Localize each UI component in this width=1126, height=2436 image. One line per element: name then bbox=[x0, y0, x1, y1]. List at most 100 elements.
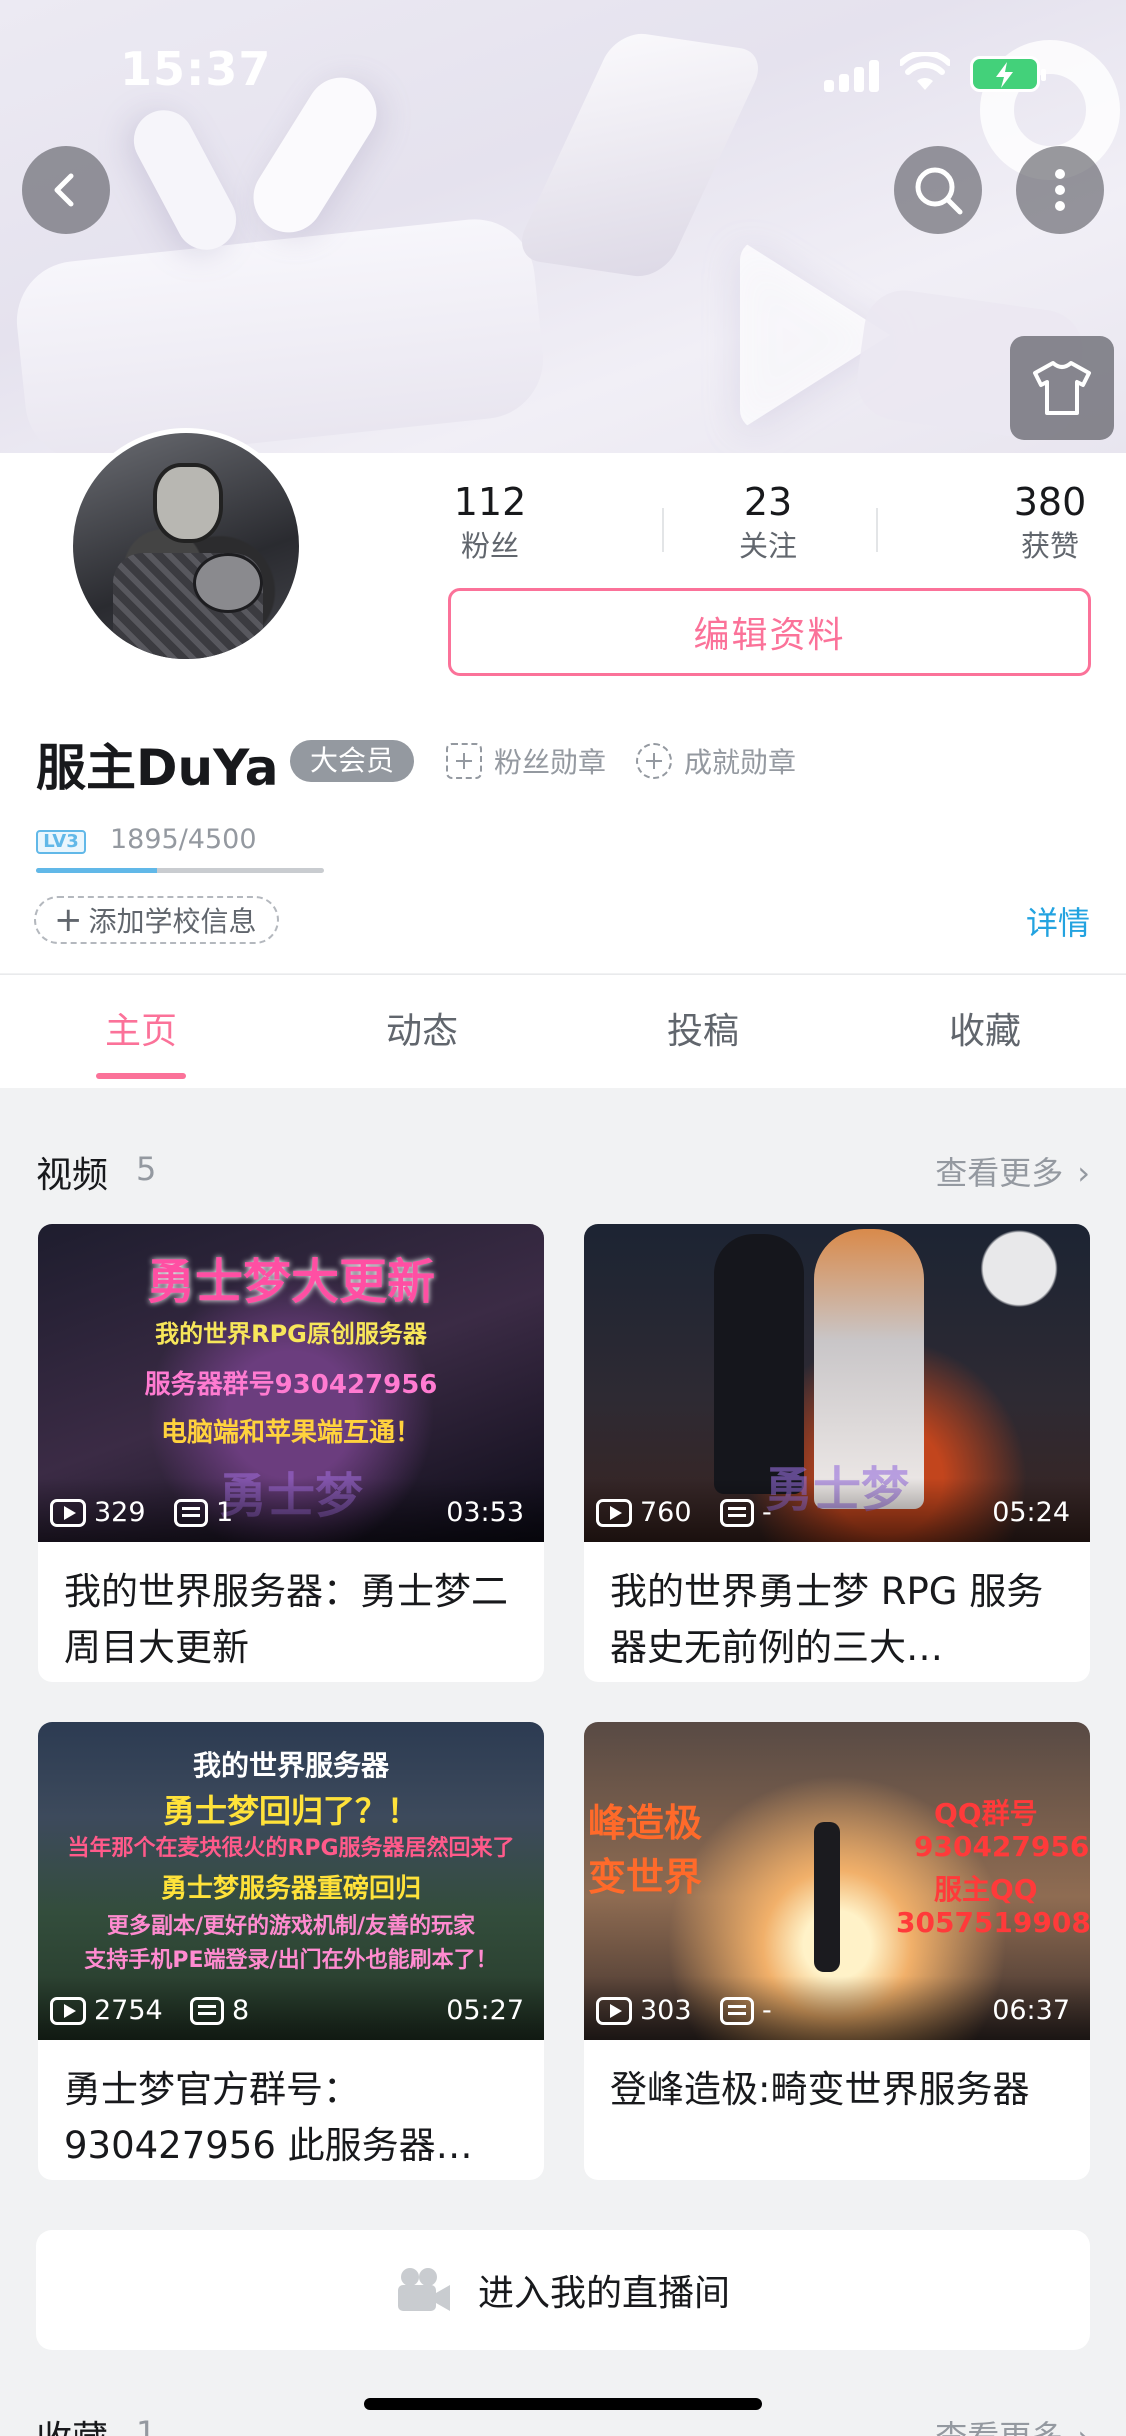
thumb-caption: 支持手机PE端登录/出门在外也能刷本了！ bbox=[84, 1948, 498, 1973]
following-count: 23 bbox=[743, 480, 793, 524]
favorites-more-label: 查看更多 bbox=[935, 2418, 1063, 2436]
thumb-caption: 峰造极 bbox=[588, 1801, 703, 1845]
chevron-right-icon: › bbox=[1077, 1154, 1090, 1192]
exp-text: 1895/4500 bbox=[110, 824, 257, 855]
details-link[interactable]: 详情 bbox=[1026, 898, 1090, 944]
danmaku-count: - bbox=[762, 1497, 772, 1528]
videos-more-label: 查看更多 bbox=[935, 1154, 1064, 1192]
search-icon bbox=[915, 167, 963, 215]
thumb-caption: 3057519908 bbox=[896, 1906, 1090, 1939]
videos-more-link[interactable]: 查看更多 › bbox=[935, 1148, 1090, 1194]
tab-favorites-label: 收藏 bbox=[948, 1011, 1021, 1052]
tab-dynamic[interactable]: 动态 bbox=[281, 975, 563, 1089]
back-button[interactable] bbox=[22, 146, 110, 234]
fan-medal-label: 粉丝勋章 bbox=[494, 746, 607, 779]
video-card[interactable]: 峰造极 变世界 QQ群号 930427956 服主QQ 3057519908 3… bbox=[584, 1722, 1090, 2180]
tab-submissions-label: 投稿 bbox=[666, 1011, 739, 1052]
danmaku-icon bbox=[174, 1498, 208, 1527]
followers-count: 112 bbox=[453, 480, 527, 524]
tab-home-label: 主页 bbox=[104, 1011, 177, 1052]
followers-label: 粉丝 bbox=[460, 529, 519, 563]
level-badge: LV3 bbox=[36, 830, 86, 854]
video-card[interactable]: 勇士梦 760 - 05:24 我的世界勇士梦 RPG 服务器史无前例的三大… bbox=[584, 1224, 1090, 1682]
tab-submissions[interactable]: 投稿 bbox=[562, 975, 844, 1089]
view-count: 760 bbox=[640, 1497, 692, 1528]
thumb-caption: 930427956 bbox=[914, 1830, 1090, 1863]
video-card[interactable]: 我的世界服务器 勇士梦回归了？！ 当年那个在麦块很火的RPG服务器居然回来了 勇… bbox=[38, 1722, 544, 2180]
enter-live-room-label: 进入我的直播间 bbox=[477, 2273, 730, 2314]
likes-label: 获赞 bbox=[1020, 529, 1079, 563]
videos-count: 5 bbox=[136, 1150, 157, 1188]
thumb-caption: 服务器群号930427956 bbox=[144, 1370, 438, 1400]
play-count-icon bbox=[50, 1996, 86, 2025]
exp-progress-bar bbox=[36, 868, 324, 873]
video-meta: 760 - 05:24 bbox=[584, 1478, 1090, 1542]
favorites-more-link[interactable]: 查看更多 › bbox=[935, 2412, 1090, 2436]
video-card[interactable]: 勇士梦大更新 我的世界RPG原创服务器 服务器群号930427956 电脑端和苹… bbox=[38, 1224, 544, 1682]
user-name: 服主DuYa bbox=[36, 739, 279, 797]
add-achievement-icon bbox=[636, 743, 672, 779]
video-duration: 05:24 bbox=[992, 1497, 1070, 1528]
add-medal-icon bbox=[446, 743, 482, 779]
vip-badge[interactable]: 大会员 bbox=[290, 740, 415, 782]
danmaku-icon bbox=[720, 1498, 754, 1527]
search-button[interactable] bbox=[894, 146, 982, 234]
enter-live-room-button[interactable]: 进入我的直播间 bbox=[36, 2230, 1090, 2350]
stat-likes[interactable]: 380 获赞 bbox=[990, 478, 1110, 566]
video-camera-icon bbox=[397, 2268, 450, 2311]
play-count-icon bbox=[50, 1498, 86, 1527]
thumb-caption: 我的世界RPG原创服务器 bbox=[155, 1320, 427, 1348]
video-meta: 2754 8 05:27 bbox=[38, 1976, 544, 2040]
status-bar: 15:37 bbox=[0, 0, 1126, 150]
video-duration: 06:37 bbox=[992, 1995, 1070, 2026]
thumb-caption: 服主QQ bbox=[934, 1873, 1038, 1906]
danmaku-icon bbox=[190, 1996, 224, 2025]
view-count: 329 bbox=[94, 1497, 146, 1528]
video-thumbnail: 峰造极 变世界 QQ群号 930427956 服主QQ 3057519908 3… bbox=[584, 1722, 1090, 2040]
more-options-button[interactable] bbox=[1016, 146, 1104, 234]
videos-title: 视频 bbox=[36, 1155, 109, 1196]
dress-up-button[interactable] bbox=[1010, 336, 1114, 440]
play-count-icon bbox=[596, 1498, 632, 1527]
add-school-label: 添加学校信息 bbox=[88, 905, 257, 938]
thumb-caption: 我的世界服务器 bbox=[192, 1749, 389, 1782]
video-title: 登峰造极:畸变世界服务器 bbox=[610, 2068, 1030, 2111]
chevron-left-icon bbox=[54, 173, 74, 207]
view-count: 2754 bbox=[94, 1995, 163, 2026]
home-indicator bbox=[364, 2398, 762, 2410]
thumb-caption: QQ群号 bbox=[934, 1797, 1038, 1830]
avatar[interactable] bbox=[68, 428, 304, 664]
danmaku-count: - bbox=[762, 1995, 772, 2026]
favorites-title: 收藏 bbox=[36, 2410, 108, 2436]
battery-charging-icon bbox=[970, 56, 1046, 92]
edit-profile-button[interactable]: 编辑资料 bbox=[448, 588, 1091, 676]
thumb-caption: 电脑端和苹果端互通！ bbox=[160, 1418, 421, 1448]
videos-section-header: 视频 5 查看更多 › bbox=[36, 1138, 1090, 1198]
thumb-caption: 当年那个在麦块很火的RPG服务器居然回来了 bbox=[67, 1836, 515, 1861]
danmaku-count: 1 bbox=[216, 1497, 234, 1528]
video-thumbnail: 勇士梦 760 - 05:24 bbox=[584, 1224, 1090, 1542]
play-count-icon bbox=[596, 1996, 632, 2025]
video-meta: 329 1 03:53 bbox=[38, 1478, 544, 1542]
danmaku-icon bbox=[720, 1996, 754, 2025]
video-duration: 05:27 bbox=[446, 1995, 524, 2026]
add-school-button[interactable]: + 添加学校信息 bbox=[34, 896, 279, 944]
tab-home[interactable]: 主页 bbox=[0, 975, 282, 1089]
following-label: 关注 bbox=[738, 529, 797, 563]
status-time: 15:37 bbox=[120, 42, 272, 96]
stat-followers[interactable]: 112 粉丝 bbox=[430, 478, 550, 566]
tab-favorites[interactable]: 收藏 bbox=[844, 975, 1126, 1089]
video-title: 勇士梦官方群号：930427956 此服务器… bbox=[64, 2068, 473, 2167]
view-count: 303 bbox=[640, 1995, 692, 2026]
favorites-count: 1 bbox=[136, 2414, 157, 2436]
plus-icon: + bbox=[54, 900, 83, 940]
thumb-caption: 变世界 bbox=[588, 1855, 703, 1899]
fan-medal[interactable]: 粉丝勋章 bbox=[446, 740, 606, 782]
tab-active-indicator bbox=[96, 1073, 186, 1079]
profile-stats: 112 粉丝 23 关注 380 获赞 bbox=[430, 478, 1110, 568]
profile-tabs: 主页 动态 投稿 收藏 bbox=[0, 974, 1126, 1088]
thumb-caption: 更多副本/更好的游戏机制/友善的玩家 bbox=[106, 1914, 476, 1939]
video-thumbnail: 勇士梦大更新 我的世界RPG原创服务器 服务器群号930427956 电脑端和苹… bbox=[38, 1224, 544, 1542]
achievement-medal[interactable]: 成就勋章 bbox=[636, 740, 796, 782]
stat-following[interactable]: 23 关注 bbox=[708, 478, 828, 566]
